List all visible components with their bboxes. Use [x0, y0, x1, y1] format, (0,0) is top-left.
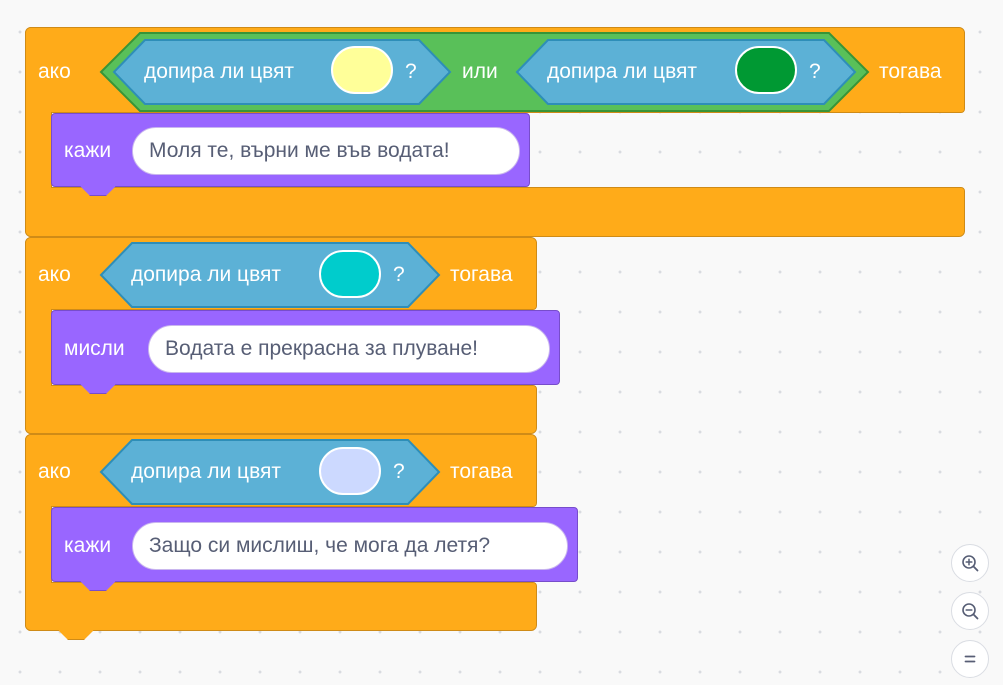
- question-mark: ?: [405, 60, 417, 83]
- then-keyword: тогава: [879, 60, 942, 83]
- color-swatch-lavender[interactable]: [319, 447, 381, 495]
- zoom-reset-icon: [964, 655, 976, 663]
- touching-color-label: допира ли цвят: [131, 263, 281, 286]
- zoom-in-button[interactable]: [951, 544, 989, 582]
- say-keyword: кажи: [64, 534, 112, 557]
- think-block[interactable]: мисли Водата е прекрасна за плуване!: [51, 310, 560, 385]
- if-keyword: ако: [38, 263, 71, 286]
- or-keyword: или: [462, 60, 498, 83]
- touching-color-label: допира ли цвят: [547, 60, 697, 83]
- then-keyword: тогава: [450, 263, 513, 286]
- if-keyword: ако: [38, 60, 71, 83]
- touching-color-label: допира ли цвят: [131, 460, 281, 483]
- say-block[interactable]: кажи Моля те, върни ме във водата!: [51, 113, 530, 187]
- say-block[interactable]: кажи Защо си мислиш, че мога да летя?: [51, 507, 578, 582]
- think-keyword: мисли: [64, 337, 125, 360]
- question-mark: ?: [393, 263, 405, 286]
- say-keyword: кажи: [64, 139, 112, 162]
- think-text-input[interactable]: Водата е прекрасна за плуване!: [148, 325, 550, 373]
- question-mark: ?: [809, 60, 821, 83]
- if-keyword: ако: [38, 460, 71, 483]
- say-text-input[interactable]: Моля те, върни ме във водата!: [132, 127, 520, 175]
- zoom-reset-button[interactable]: [951, 640, 989, 678]
- zoom-in-icon: [962, 555, 979, 572]
- say-text-input[interactable]: Защо си мислиш, че мога да летя?: [132, 522, 568, 570]
- touching-color-label: допира ли цвят: [144, 60, 294, 83]
- color-swatch-yellow[interactable]: [331, 46, 393, 94]
- zoom-out-button[interactable]: [951, 592, 989, 630]
- question-mark: ?: [393, 460, 405, 483]
- then-keyword: тогава: [450, 460, 513, 483]
- color-swatch-cyan[interactable]: [319, 250, 381, 298]
- color-swatch-green[interactable]: [735, 46, 797, 94]
- zoom-out-icon: [962, 603, 979, 620]
